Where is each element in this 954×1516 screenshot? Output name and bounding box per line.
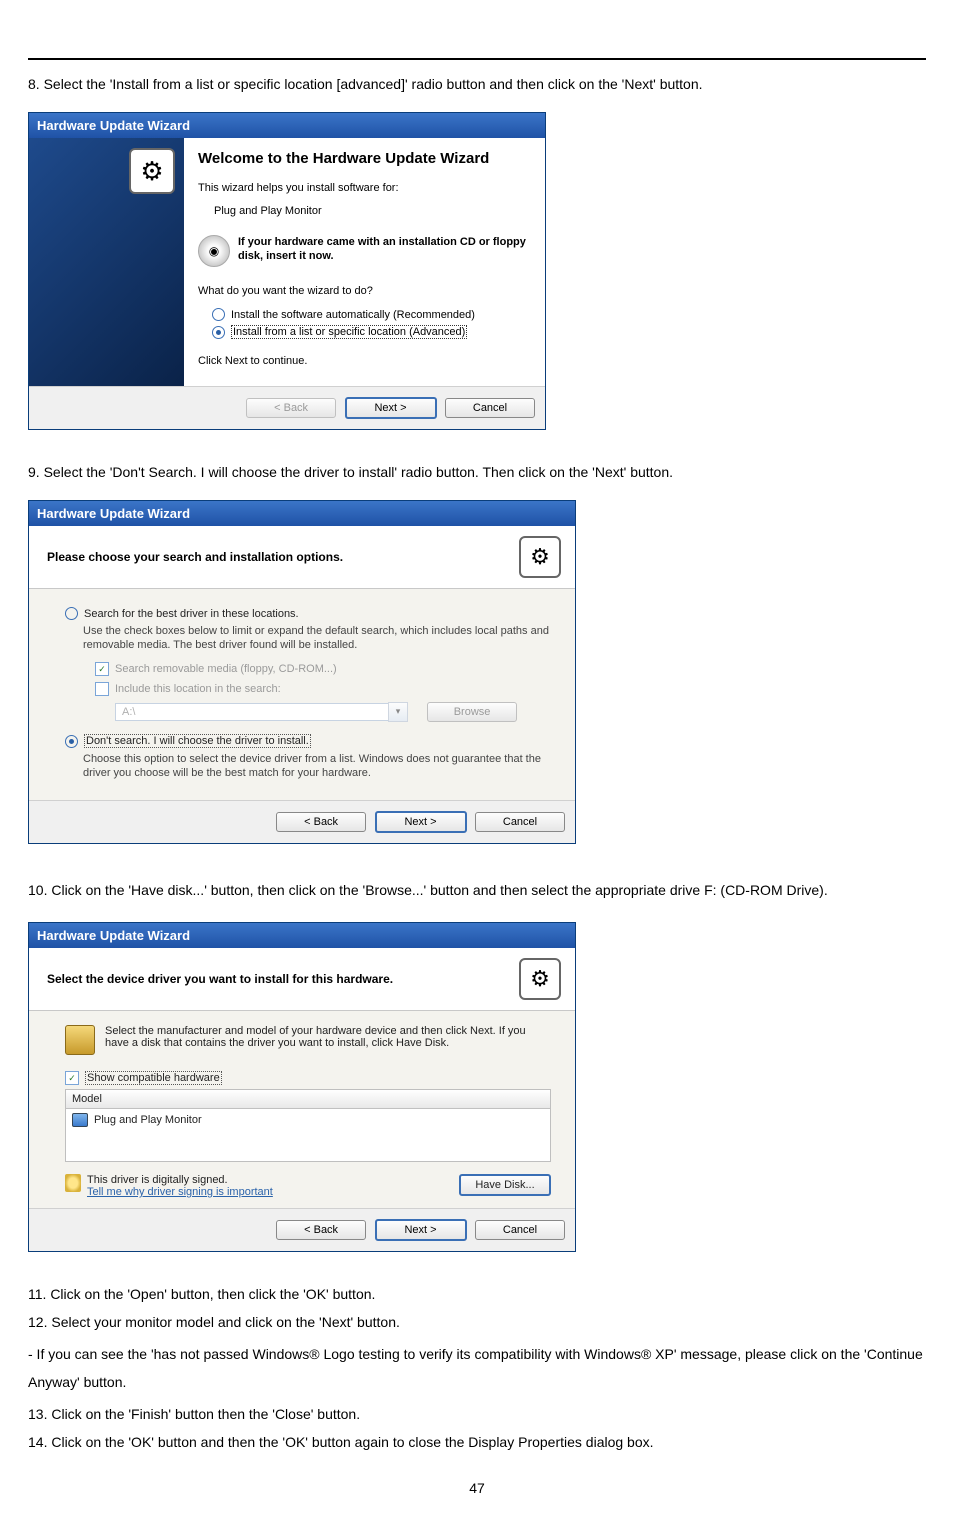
wizard-subheader: Please choose your search and installati… [47,550,343,564]
helps-text: This wizard helps you install software f… [198,182,531,194]
pnp-label: Plug and Play Monitor [94,1114,202,1126]
welcome-heading: Welcome to the Hardware Update Wizard [198,150,531,168]
back-button[interactable]: < Back [276,812,366,832]
radio-icon [212,308,225,321]
have-disk-button[interactable]: Have Disk... [459,1174,551,1196]
hardware-icon: ⚙ [519,536,561,578]
signed-text: This driver is digitally signed. [87,1174,273,1186]
list-item[interactable]: Plug and Play Monitor [66,1109,550,1161]
window-title: Hardware Update Wizard [29,923,575,948]
radio-list[interactable]: Install from a list or specific location… [212,325,531,339]
tell-me-link[interactable]: Tell me why driver signing is important [87,1186,273,1198]
what-do-text: What do you want the wizard to do? [198,285,531,297]
radio-icon [65,735,78,748]
radio-auto[interactable]: Install the software automatically (Reco… [212,308,531,321]
radio-list-label: Install from a list or specific location… [231,325,467,339]
wizard-subheader: Select the device driver you want to ins… [47,972,393,986]
device-name: Plug and Play Monitor [214,205,531,217]
wizard-sidebar: ⚙ [29,138,184,386]
step12-text: 12. Select your monitor model and click … [28,1312,926,1332]
radio-icon [65,607,78,620]
model-header: Model [66,1090,550,1109]
next-button[interactable]: Next > [375,811,467,833]
chk-show-compatible[interactable]: ✓Show compatible hardware [65,1071,551,1085]
step10-text: 10. Click on the 'Have disk...' button, … [28,876,926,904]
path-input: A:\ [115,703,389,721]
radio-icon [212,326,225,339]
step12b-text: - If you can see the 'has not passed Win… [28,1340,926,1396]
browse-button: Browse [427,702,517,722]
chk-removable: ✓Search removable media (floppy, CD-ROM.… [95,662,551,676]
click-next-text: Click Next to continue. [198,355,531,367]
step8-text: 8. Select the 'Install from a list or sp… [28,74,926,94]
cd-message: If your hardware came with an installati… [238,235,531,263]
radio-search-label: Search for the best driver in these loca… [84,608,299,620]
monitor-icon [72,1113,88,1127]
next-button[interactable]: Next > [345,397,437,419]
checkbox-icon: ✓ [65,1071,79,1085]
chk-include: Include this location in the search: [95,682,551,696]
hardware-icon: ⚙ [519,958,561,1000]
select-driver-text: Select the manufacturer and model of you… [105,1025,551,1055]
step11-text: 11. Click on the 'Open' button, then cli… [28,1284,926,1304]
window-title: Hardware Update Wizard [29,113,545,138]
hardware-icon: ⚙ [129,148,175,194]
cancel-button[interactable]: Cancel [475,1220,565,1240]
radio-dont-label: Don't search. I will choose the driver t… [84,734,311,748]
search-subtext: Use the check boxes below to limit or ex… [83,624,551,652]
cancel-button[interactable]: Cancel [445,398,535,418]
certificate-icon [65,1174,81,1192]
step13-text: 13. Click on the 'Finish' button then th… [28,1404,926,1424]
wizard-step10: Hardware Update Wizard Select the device… [28,922,576,1252]
cancel-button[interactable]: Cancel [475,812,565,832]
wizard-step8: Hardware Update Wizard ⚙ Welcome to the … [28,112,546,430]
radio-auto-label: Install the software automatically (Reco… [231,309,475,321]
cd-icon: ◉ [198,235,230,267]
radio-search[interactable]: Search for the best driver in these loca… [65,607,551,620]
page-number: 47 [28,1480,926,1496]
next-button[interactable]: Next > [375,1219,467,1241]
checkbox-icon: ✓ [95,662,109,676]
chevron-down-icon: ▾ [388,702,408,722]
model-list[interactable]: Model Plug and Play Monitor [65,1089,551,1162]
step14-text: 14. Click on the 'OK' button and then th… [28,1432,926,1452]
back-button: < Back [246,398,336,418]
radio-dont-search[interactable]: Don't search. I will choose the driver t… [65,734,551,748]
checkbox-icon [95,682,109,696]
chip-icon [65,1025,95,1055]
window-title: Hardware Update Wizard [29,501,575,526]
back-button[interactable]: < Back [276,1220,366,1240]
dont-subtext: Choose this option to select the device … [83,752,551,780]
wizard-step9: Hardware Update Wizard Please choose you… [28,500,576,844]
step9-text: 9. Select the 'Don't Search. I will choo… [28,462,926,482]
